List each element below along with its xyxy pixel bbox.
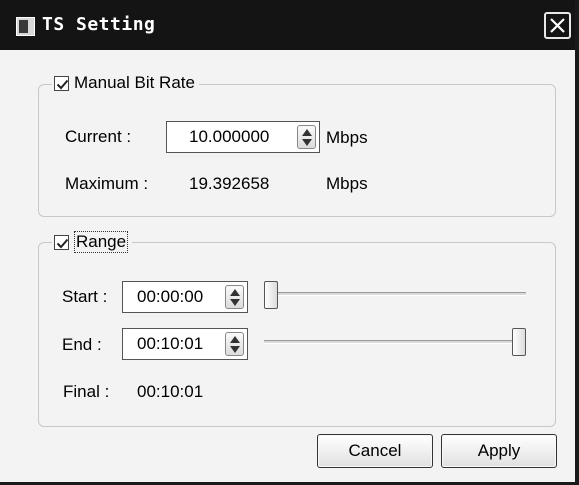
spin-up-icon[interactable] bbox=[230, 289, 240, 296]
end-time-input[interactable]: 00:10:01 bbox=[122, 328, 248, 360]
close-icon bbox=[550, 18, 565, 33]
range-label: Range bbox=[74, 231, 129, 253]
range-legend: Range bbox=[52, 231, 133, 253]
spin-down-icon[interactable] bbox=[230, 299, 240, 306]
maximum-label: Maximum : bbox=[65, 174, 149, 193]
current-bitrate-spinner[interactable] bbox=[297, 125, 316, 149]
current-label: Current : bbox=[65, 127, 132, 146]
start-time-spinner[interactable] bbox=[225, 285, 244, 309]
end-slider-track[interactable] bbox=[264, 340, 526, 344]
spin-down-icon[interactable] bbox=[302, 139, 312, 146]
end-time-spinner[interactable] bbox=[225, 332, 244, 356]
start-time-value: 00:00:00 bbox=[137, 287, 204, 306]
manual-bit-rate-label: Manual Bit Rate bbox=[74, 73, 195, 92]
final-label: Final : bbox=[63, 382, 110, 401]
range-group bbox=[38, 242, 556, 427]
manual-bit-rate-checkbox[interactable] bbox=[54, 75, 69, 91]
final-value: 00:10:01 bbox=[137, 382, 204, 401]
checkmark-icon bbox=[56, 238, 69, 248]
maximum-unit: Mbps bbox=[326, 174, 368, 193]
spin-down-icon[interactable] bbox=[230, 346, 240, 353]
end-time-value: 00:10:01 bbox=[137, 334, 204, 353]
ts-setting-dialog: TS Setting Manual Bit Rate Current : 10.… bbox=[0, 0, 579, 485]
spin-up-icon[interactable] bbox=[230, 336, 240, 343]
spin-up-icon[interactable] bbox=[302, 129, 312, 136]
start-slider-thumb[interactable] bbox=[264, 281, 278, 309]
app-icon bbox=[16, 17, 35, 36]
cancel-button[interactable]: Cancel bbox=[317, 434, 433, 468]
current-bitrate-value: 10.000000 bbox=[189, 127, 270, 146]
title-bar[interactable]: TS Setting bbox=[0, 0, 575, 50]
start-label: Start : bbox=[62, 287, 108, 306]
apply-button[interactable]: Apply bbox=[441, 434, 557, 468]
maximum-value: 19.392658 bbox=[189, 174, 270, 193]
end-label: End : bbox=[62, 335, 102, 354]
close-button[interactable] bbox=[544, 12, 571, 39]
range-checkbox[interactable] bbox=[54, 234, 69, 250]
current-bitrate-input[interactable]: 10.000000 bbox=[166, 121, 320, 153]
start-time-input[interactable]: 00:00:00 bbox=[122, 281, 248, 313]
window-title: TS Setting bbox=[42, 14, 156, 35]
manual-bit-rate-legend: Manual Bit Rate bbox=[52, 73, 199, 93]
start-slider-track[interactable] bbox=[264, 292, 526, 296]
end-slider-thumb[interactable] bbox=[512, 328, 526, 356]
checkmark-icon bbox=[56, 79, 69, 89]
current-unit: Mbps bbox=[326, 128, 368, 147]
